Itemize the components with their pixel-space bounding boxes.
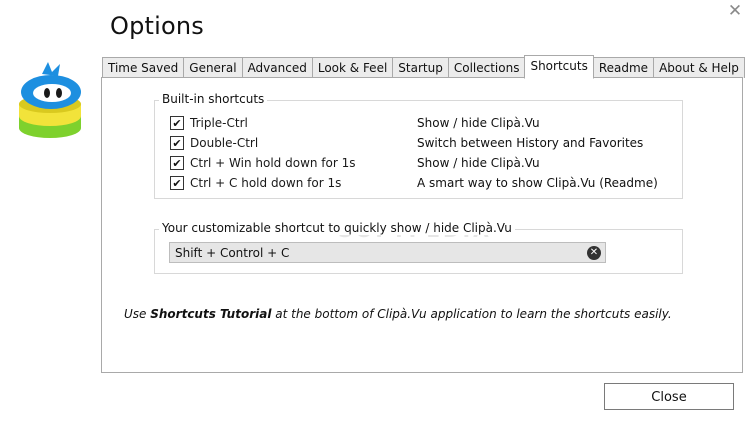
shortcut-description: Show / hide Clipà.Vu: [417, 156, 540, 170]
tab-startup[interactable]: Startup: [392, 57, 449, 78]
tip-suffix: at the bottom of Clipà.Vu application to…: [271, 307, 672, 321]
shortcut-label: Double-Ctrl: [190, 136, 259, 150]
tab-look-and-feel[interactable]: Look & Feel: [311, 57, 394, 78]
tab-general[interactable]: General: [183, 57, 243, 78]
shortcut-row-triple-ctrl[interactable]: ✔ Triple-Ctrl: [170, 114, 248, 132]
shortcut-label: Ctrl + C hold down for 1s: [190, 176, 342, 190]
tip-bold: Shortcuts Tutorial: [150, 307, 272, 321]
custom-shortcut-legend: Your customizable shortcut to quickly sh…: [159, 221, 515, 235]
close-button[interactable]: Close: [604, 383, 734, 410]
tab-collections[interactable]: Collections: [447, 57, 526, 78]
shortcut-row-ctrl-win[interactable]: ✔ Ctrl + Win hold down for 1s: [170, 154, 356, 172]
tip-prefix: Use: [124, 307, 151, 321]
tab-about-and-help[interactable]: About & Help: [653, 57, 745, 78]
shortcuts-panel: SOFTPEDIA Built-in shortcuts ✔ Triple-Ct…: [101, 77, 743, 373]
shortcut-label: Triple-Ctrl: [190, 116, 248, 130]
window-close-icon[interactable]: ✕: [726, 2, 744, 20]
custom-shortcut-input[interactable]: Shift + Control + C ✕: [169, 242, 606, 263]
shortcut-row-ctrl-c[interactable]: ✔ Ctrl + C hold down for 1s: [170, 174, 341, 192]
tab-time-saved[interactable]: Time Saved: [102, 57, 185, 78]
tab-shortcuts[interactable]: Shortcuts: [524, 55, 594, 79]
checkbox-double-ctrl[interactable]: ✔: [170, 136, 184, 150]
page-title: Options: [110, 12, 205, 40]
checkbox-triple-ctrl[interactable]: ✔: [170, 116, 184, 130]
shortcut-label: Ctrl + Win hold down for 1s: [190, 156, 356, 170]
tab-bar: Time Saved General Advanced Look & Feel …: [102, 55, 745, 79]
tab-advanced[interactable]: Advanced: [241, 57, 313, 78]
shortcut-description: A smart way to show Clipà.Vu (Readme): [417, 176, 658, 190]
shortcut-row-double-ctrl[interactable]: ✔ Double-Ctrl: [170, 134, 258, 152]
checkbox-ctrl-win[interactable]: ✔: [170, 156, 184, 170]
tutorial-tip: Use Shortcuts Tutorial at the bottom of …: [124, 307, 672, 321]
builtin-shortcuts-legend: Built-in shortcuts: [159, 92, 268, 106]
tab-readme[interactable]: Readme: [592, 57, 655, 78]
shortcut-description: Show / hide Clipà.Vu: [417, 116, 540, 130]
app-logo: [19, 62, 81, 138]
clear-icon[interactable]: ✕: [587, 246, 601, 260]
checkbox-ctrl-c[interactable]: ✔: [170, 176, 184, 190]
custom-shortcut-value: Shift + Control + C: [175, 246, 290, 260]
shortcut-description: Switch between History and Favorites: [417, 136, 644, 150]
